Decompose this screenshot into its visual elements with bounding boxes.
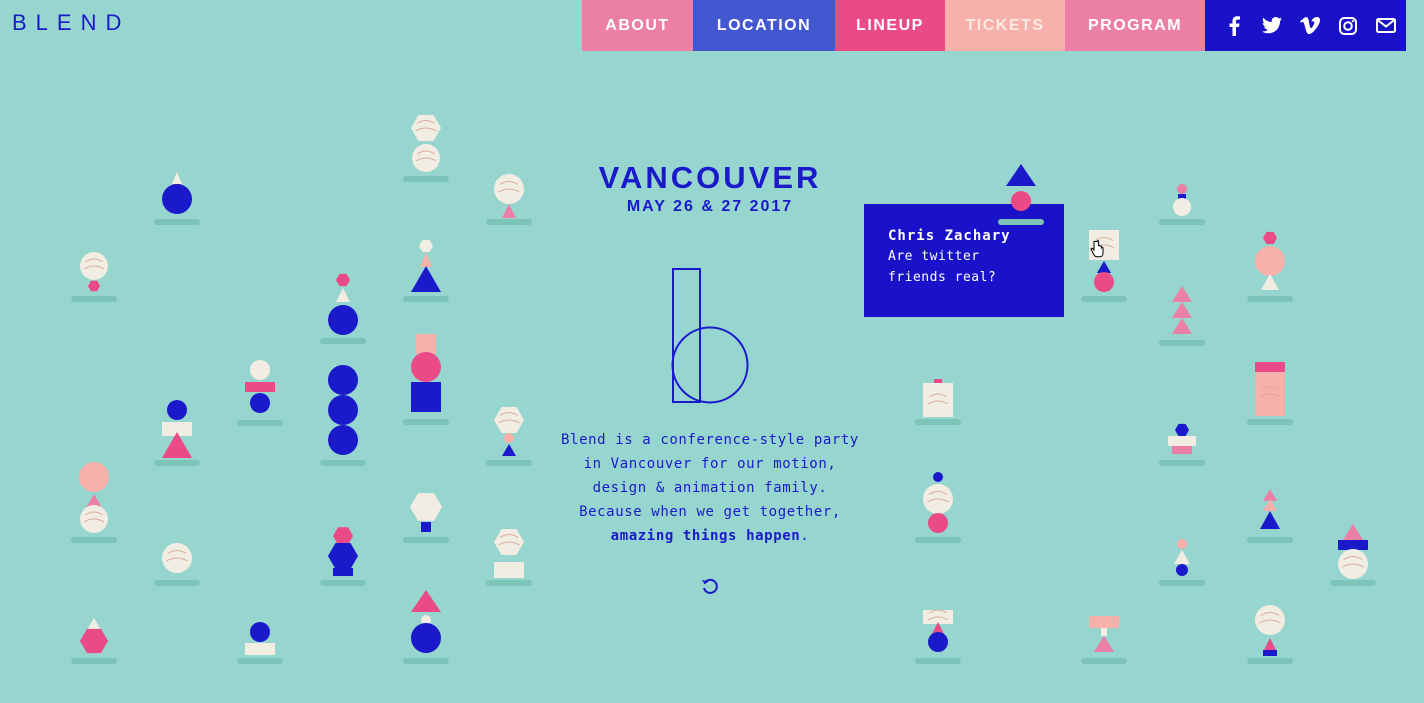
speaker-sculpture[interactable] — [320, 480, 366, 600]
main-nav: ABOUT LOCATION LINEUP TICKETS PROGRAM — [582, 0, 1406, 51]
nav-location[interactable]: LOCATION — [693, 0, 835, 51]
nav-program[interactable]: PROGRAM — [1065, 0, 1205, 51]
speaker-sculpture[interactable] — [915, 319, 961, 439]
nav-tickets[interactable]: TICKETS — [945, 0, 1065, 51]
speaker-sculpture[interactable] — [237, 558, 283, 678]
hero-highlight: amazing things happen — [610, 528, 801, 544]
hero-description-text: Blend is a conference-style party in Van… — [561, 432, 859, 520]
instagram-icon[interactable] — [1337, 15, 1359, 37]
talk-title: Are twitter friends real? — [888, 249, 997, 285]
speaker-sculpture[interactable] — [237, 320, 283, 440]
speaker-sculpture[interactable] — [320, 360, 366, 480]
hero-date: MAY 26 & 27 2017 — [626, 198, 794, 215]
speaker-sculpture[interactable] — [1081, 196, 1127, 316]
vimeo-icon[interactable] — [1299, 15, 1321, 37]
speaker-sculpture[interactable] — [486, 480, 532, 600]
replay-icon[interactable] — [700, 576, 720, 596]
speaker-sculpture[interactable] — [71, 437, 117, 557]
blend-logo[interactable]: BLEND — [12, 10, 130, 36]
speaker-sculpture[interactable] — [71, 196, 117, 316]
hand-cursor-icon — [1090, 240, 1104, 258]
speaker-sculpture[interactable] — [1247, 437, 1293, 557]
hero-trailing: . — [800, 528, 810, 544]
facebook-icon[interactable] — [1223, 15, 1245, 37]
twitter-icon[interactable] — [1261, 15, 1283, 37]
speaker-sculpture[interactable] — [1247, 319, 1293, 439]
speaker-sculpture[interactable] — [1247, 558, 1293, 678]
speaker-sculpture[interactable] — [998, 119, 1044, 239]
hero-city: VANCOUVER — [598, 160, 822, 195]
speaker-sculpture[interactable] — [320, 238, 366, 358]
speaker-sculpture[interactable] — [1159, 360, 1205, 480]
speaker-sculpture[interactable] — [1081, 558, 1127, 678]
speaker-sculpture[interactable] — [403, 196, 449, 316]
speaker-sculpture[interactable] — [486, 119, 532, 239]
nav-about[interactable]: ABOUT — [582, 0, 693, 51]
social-links — [1205, 0, 1406, 51]
speaker-sculpture[interactable] — [1159, 480, 1205, 600]
speaker-sculpture[interactable] — [1159, 119, 1205, 239]
speaker-sculpture[interactable] — [154, 480, 200, 600]
speaker-sculpture[interactable] — [403, 76, 449, 196]
speaker-sculpture[interactable] — [403, 319, 449, 439]
speaker-sculpture[interactable] — [403, 437, 449, 557]
speaker-sculpture[interactable] — [71, 558, 117, 678]
speaker-sculpture[interactable] — [915, 437, 961, 557]
speaker-sculpture[interactable] — [915, 558, 961, 678]
speaker-sculpture[interactable] — [1247, 196, 1293, 316]
speaker-sculpture[interactable] — [403, 558, 449, 678]
hero-description: Blend is a conference-style party in Van… — [560, 428, 860, 548]
speaker-sculpture[interactable] — [154, 360, 200, 480]
speaker-sculpture[interactable] — [486, 360, 532, 480]
hero: VANCOUVER MAY 26 & 27 2017 Blend is a co… — [560, 160, 860, 594]
nav-lineup[interactable]: LINEUP — [835, 0, 945, 51]
speaker-sculpture[interactable] — [154, 119, 200, 239]
email-icon[interactable] — [1375, 15, 1397, 37]
blend-b-mark — [671, 268, 749, 404]
speaker-sculpture[interactable] — [1330, 480, 1376, 600]
speaker-sculpture[interactable] — [1159, 240, 1205, 360]
